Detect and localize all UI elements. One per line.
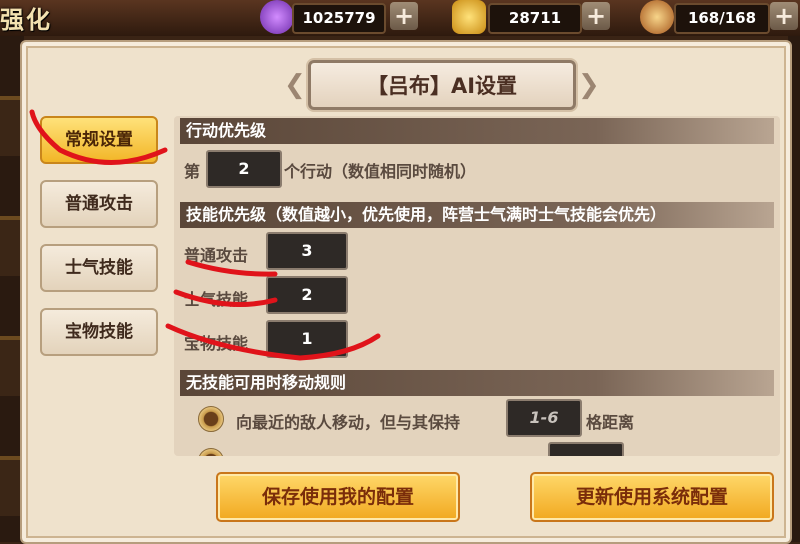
red-annotation-layer xyxy=(29,109,381,361)
annotation-underline-normal-attack xyxy=(185,259,278,277)
annotation-underline-morale xyxy=(173,289,278,307)
annotation-tab-circle xyxy=(29,109,168,165)
annotation-underline-treasure xyxy=(165,323,381,361)
